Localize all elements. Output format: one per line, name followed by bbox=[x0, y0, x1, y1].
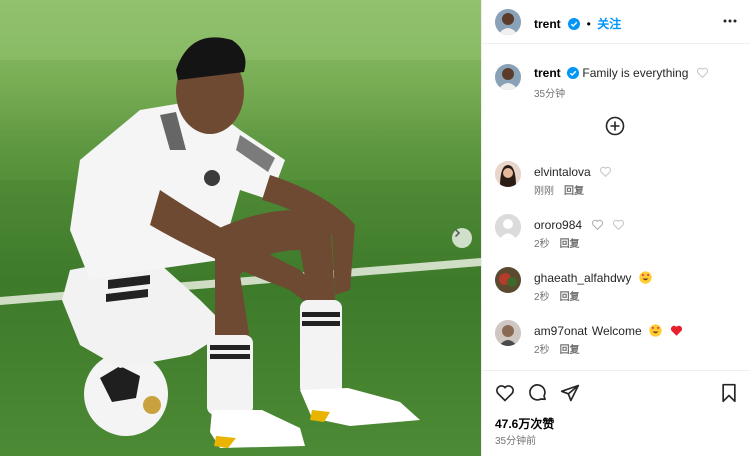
red-heart-emoji-icon bbox=[670, 325, 682, 336]
post-timestamp: 35分钟前 bbox=[495, 436, 537, 447]
verified-badge-icon bbox=[568, 18, 581, 30]
default-avatar-icon bbox=[495, 214, 521, 240]
comment-time: 刚刚 bbox=[534, 186, 554, 197]
commenter-avatar-image bbox=[495, 320, 521, 346]
comment-time: 2秒 bbox=[534, 292, 550, 303]
load-more-comments-icon[interactable] bbox=[605, 116, 625, 136]
comment-text: Welcome bbox=[591, 324, 642, 338]
post-side-panel: trent • 关注 trent Family is everything 35… bbox=[481, 0, 750, 456]
more-options-icon[interactable] bbox=[723, 14, 737, 28]
reply-button[interactable]: 回复 bbox=[560, 292, 580, 303]
caption: trent Family is everything bbox=[534, 66, 709, 80]
author-avatar[interactable] bbox=[495, 9, 521, 35]
post-photo bbox=[0, 0, 481, 456]
heart-eyes-emoji-icon bbox=[649, 324, 662, 337]
heart-eyes-emoji-icon bbox=[639, 271, 652, 284]
reply-button[interactable]: 回复 bbox=[560, 345, 580, 356]
caption-author-avatar-image bbox=[495, 64, 521, 90]
commenter-username[interactable]: ghaeath_alfahdwy bbox=[534, 271, 631, 285]
caption-author-avatar[interactable] bbox=[495, 64, 521, 90]
chevron-right-icon bbox=[454, 228, 461, 238]
reply-button[interactable]: 回复 bbox=[560, 239, 580, 250]
commenter-avatar-image bbox=[495, 161, 521, 187]
commenter-username[interactable]: am97onat bbox=[534, 324, 587, 338]
commenter-avatar[interactable] bbox=[495, 320, 521, 346]
reply-button[interactable]: 回复 bbox=[564, 186, 584, 197]
commenter-username[interactable]: ororo984 bbox=[534, 218, 582, 232]
likes-count[interactable]: 47.6万次赞 bbox=[495, 415, 554, 432]
caption-text: Family is everything bbox=[582, 66, 689, 80]
commenter-avatar[interactable] bbox=[495, 161, 521, 187]
commenter-avatar[interactable] bbox=[495, 267, 521, 293]
commenter-avatar-image bbox=[495, 267, 521, 293]
post-header: trent • 关注 bbox=[482, 0, 750, 44]
save-bookmark-icon[interactable] bbox=[720, 383, 738, 403]
author-username[interactable]: trent bbox=[534, 17, 561, 31]
author-avatar-image bbox=[495, 9, 521, 35]
commenter-username[interactable]: elvintalova bbox=[534, 165, 591, 179]
commenter-avatar[interactable] bbox=[495, 214, 521, 240]
caption-time: 35分钟 bbox=[534, 89, 566, 100]
comment-icon[interactable] bbox=[528, 383, 548, 403]
like-heart-icon[interactable] bbox=[495, 383, 515, 403]
share-send-icon[interactable] bbox=[560, 383, 580, 403]
like-comment-heart-icon[interactable] bbox=[599, 165, 612, 178]
next-image-button[interactable] bbox=[452, 228, 472, 248]
verified-badge-icon bbox=[567, 67, 580, 79]
comment-time: 2秒 bbox=[534, 345, 550, 356]
like-comment-heart-icon[interactable] bbox=[612, 218, 625, 231]
player-photo-illustration bbox=[0, 0, 481, 448]
comment-time: 2秒 bbox=[534, 239, 550, 250]
caption-username[interactable]: trent bbox=[534, 66, 561, 80]
heart-emoji-icon bbox=[591, 219, 603, 231]
like-caption-heart-icon[interactable] bbox=[696, 66, 709, 79]
follow-button[interactable]: 关注 bbox=[597, 17, 621, 31]
